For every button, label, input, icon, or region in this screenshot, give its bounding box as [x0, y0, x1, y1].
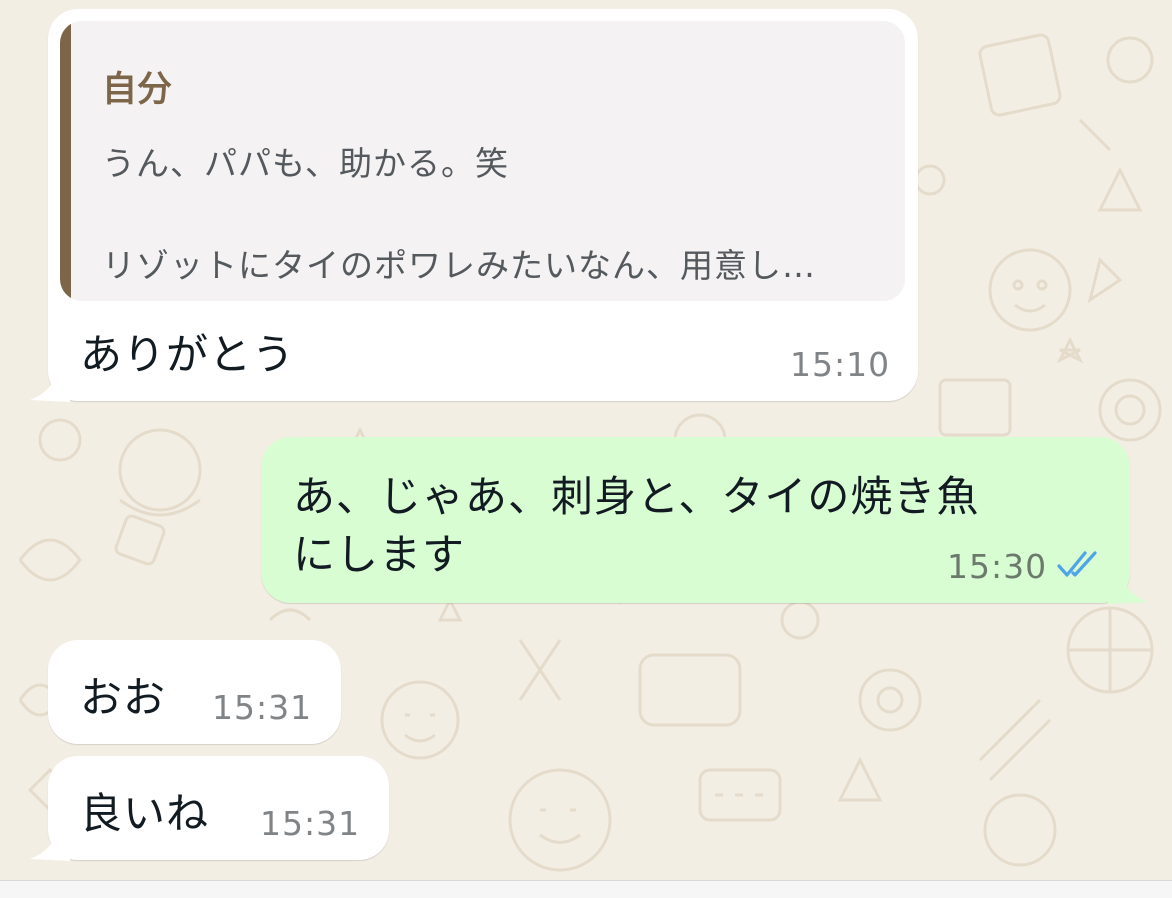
message-text: 良いね — [80, 789, 210, 838]
message-bubble-incoming-reply[interactable]: 自分 うん、パパも、助かる。笑 リゾットにタイのポワレみたいなん、用意し… あり… — [48, 9, 918, 401]
message-time: 15:10 — [790, 345, 891, 384]
quote-accent-bar — [60, 21, 71, 301]
message-bubble-incoming[interactable]: 良いね 15:31 — [48, 756, 389, 860]
quoted-message[interactable]: 自分 うん、パパも、助かる。笑 リゾットにタイのポワレみたいなん、用意し… — [60, 21, 905, 301]
quoted-text-line-1: うん、パパも、助かる。笑 — [102, 144, 510, 183]
message-bubble-outgoing[interactable]: あ、じゃあ、刺身と、タイの焼き魚 にします 15:30 — [261, 437, 1130, 603]
message-text-line-1: あ、じゃあ、刺身と、タイの焼き魚 — [293, 472, 980, 521]
quoted-text-line-2: リゾットにタイのポワレみたいなん、用意し… — [102, 246, 816, 285]
bubble-tail-incoming — [30, 827, 70, 861]
double-check-read-icon — [1057, 551, 1097, 577]
message-bubble-incoming[interactable]: おお 15:31 — [48, 640, 341, 744]
message-time: 15:31 — [260, 804, 361, 843]
message-time: 15:30 — [947, 547, 1048, 586]
composer-bar-edge — [0, 880, 1172, 898]
bubble-tail-incoming — [30, 368, 70, 402]
message-text: おお — [80, 673, 167, 722]
bubble-tail-outgoing — [1108, 570, 1148, 604]
message-text: ありがとう — [80, 330, 296, 379]
message-time: 15:31 — [212, 688, 313, 727]
quoted-author: 自分 — [102, 70, 173, 110]
message-text-line-2: にします — [293, 530, 466, 579]
